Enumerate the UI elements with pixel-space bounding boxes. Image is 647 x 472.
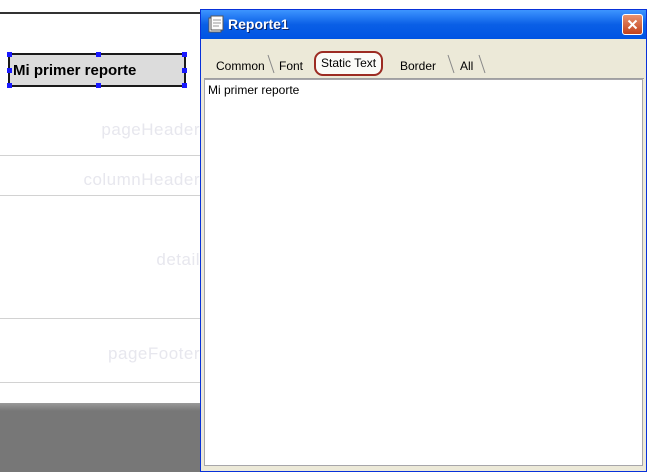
top-margin-line — [0, 12, 205, 14]
close-button[interactable] — [622, 14, 643, 35]
tab-font[interactable]: Font — [275, 55, 307, 77]
tab-separator — [478, 54, 486, 74]
tab-border[interactable]: Border — [396, 55, 440, 77]
band-divider — [0, 318, 205, 319]
property-tabs: Common Font Static Text Border All — [204, 50, 644, 78]
tab-common[interactable]: Common — [212, 55, 269, 77]
resize-handle-n[interactable] — [96, 52, 101, 57]
close-icon — [627, 19, 638, 30]
band-divider — [0, 195, 205, 196]
band-label-page-footer: pageFooter — [108, 344, 200, 363]
window-title: Reporte1 — [228, 16, 289, 32]
resize-handle-w[interactable] — [7, 68, 12, 73]
designer-empty-area — [0, 403, 205, 472]
window-titlebar[interactable]: Reporte1 — [201, 10, 646, 39]
tab-separator — [267, 54, 275, 74]
band-label-column-header: columnHeader — [83, 170, 200, 189]
tab-static-text[interactable]: Static Text — [314, 51, 384, 76]
static-text-panel: Mi primer reporte — [204, 79, 643, 466]
tab-all[interactable]: All — [456, 55, 477, 77]
static-text-value-field[interactable]: Mi primer reporte — [208, 83, 299, 97]
tab-separator — [447, 54, 455, 74]
band-divider — [0, 155, 205, 156]
resize-handle-s[interactable] — [96, 83, 101, 88]
resize-handle-e[interactable] — [182, 68, 187, 73]
selected-static-text-element[interactable]: Mi primer reporte — [7, 52, 187, 88]
static-text-content: Mi primer reporte — [13, 61, 137, 79]
properties-window: Reporte1 Common Font Static Text Border … — [200, 9, 647, 472]
resize-handle-nw[interactable] — [7, 52, 12, 57]
resize-handle-ne[interactable] — [182, 52, 187, 57]
report-icon — [208, 15, 224, 33]
band-label-detail: detail — [156, 250, 200, 269]
resize-handle-se[interactable] — [182, 83, 187, 88]
resize-handle-sw[interactable] — [7, 83, 12, 88]
band-divider — [0, 382, 205, 383]
band-label-page-header: pageHeader — [101, 120, 200, 139]
